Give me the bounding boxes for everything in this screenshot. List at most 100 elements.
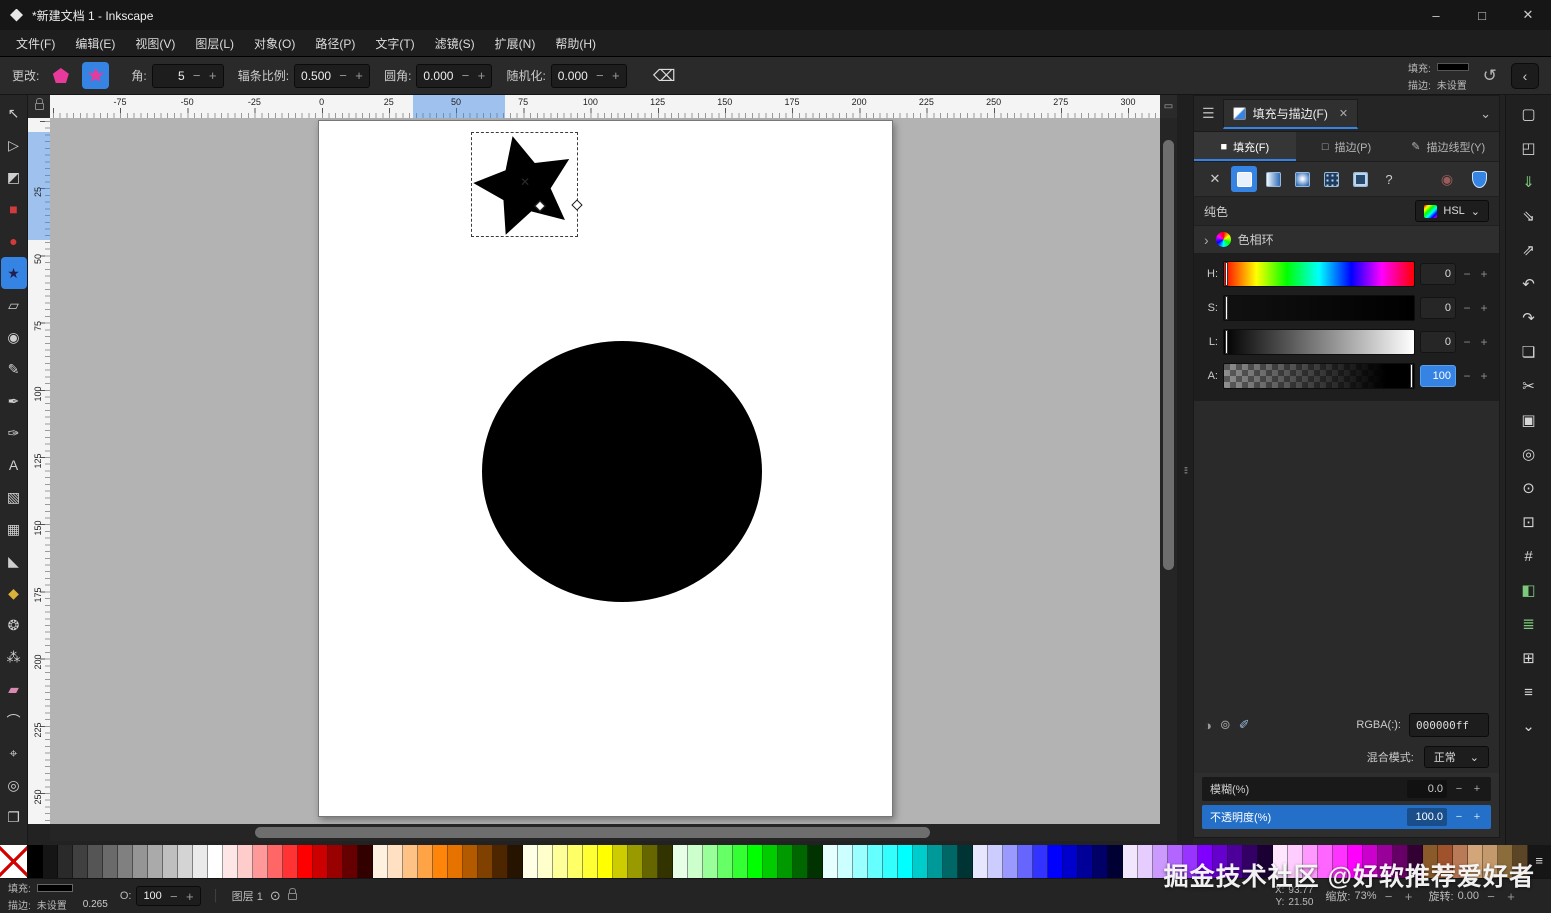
- menu-item-8[interactable]: 扩展(N): [485, 30, 546, 56]
- more-commands-button[interactable]: ⌄: [1514, 712, 1544, 740]
- paint-radial-gradient-button[interactable]: [1289, 166, 1315, 192]
- panel-chevron-down-icon[interactable]: ⌄: [1480, 106, 1491, 122]
- blur-decrement[interactable]: −: [1453, 783, 1465, 795]
- spinner-decrement-icon[interactable]: −: [335, 68, 351, 83]
- palette-swatch-71[interactable]: [1093, 845, 1108, 878]
- palette-swatch-32[interactable]: [508, 845, 523, 878]
- palette-swatch-85[interactable]: [1303, 845, 1318, 878]
- saturation-decrement[interactable]: −: [1461, 301, 1473, 315]
- spray-tool[interactable]: ⁂: [1, 641, 27, 673]
- palette-swatch-26[interactable]: [418, 845, 433, 878]
- quick-fill-swatch[interactable]: [1437, 63, 1469, 71]
- star-mode-button[interactable]: [82, 62, 109, 89]
- text-tool[interactable]: A: [1, 449, 27, 481]
- palette-swatch-80[interactable]: [1228, 845, 1243, 878]
- star-tool[interactable]: ★: [1, 257, 27, 289]
- pen-tool[interactable]: ✒: [1, 385, 27, 417]
- opacity-decrement[interactable]: −: [1453, 811, 1465, 823]
- rotation-value[interactable]: 0.00: [1458, 890, 1479, 902]
- palette-swatch-59[interactable]: [913, 845, 928, 878]
- palette-swatch-4[interactable]: [88, 845, 103, 878]
- palette-swatch-95[interactable]: [1453, 845, 1468, 878]
- dialog-list-icon[interactable]: ☰: [1202, 105, 1215, 122]
- blend-mode-dropdown[interactable]: 正常 ⌄: [1424, 746, 1489, 768]
- status-opacity-spinner[interactable]: 100 − +: [136, 886, 200, 906]
- status-opacity-increment[interactable]: +: [182, 889, 198, 904]
- redo-button[interactable]: ↷: [1514, 304, 1544, 332]
- palette-swatch-33[interactable]: [523, 845, 538, 878]
- paint-bucket-tool[interactable]: ◆: [1, 577, 27, 609]
- palette-swatch-27[interactable]: [433, 845, 448, 878]
- palette-swatch-96[interactable]: [1468, 845, 1483, 878]
- alpha-increment[interactable]: +: [1478, 369, 1490, 383]
- measure-tool[interactable]: ⌖: [1, 737, 27, 769]
- no-color-swatch[interactable]: [0, 845, 28, 878]
- out-of-gamut-icon[interactable]: ⊚: [1220, 717, 1231, 733]
- palette-swatch-77[interactable]: [1183, 845, 1198, 878]
- blur-slider[interactable]: 模糊(%) 0.0 − +: [1202, 777, 1491, 801]
- tweak-tool[interactable]: ❂: [1, 609, 27, 641]
- zoom-increment[interactable]: +: [1401, 889, 1417, 904]
- palette-menu-icon[interactable]: ≡: [1532, 853, 1546, 868]
- selector-tool[interactable]: ↖: [1, 97, 27, 129]
- palette-swatch-98[interactable]: [1498, 845, 1513, 878]
- spinner-decrement-icon[interactable]: −: [592, 68, 608, 83]
- saturation-value[interactable]: 0: [1420, 297, 1456, 319]
- hue-increment[interactable]: +: [1478, 267, 1490, 281]
- palette-swatch-11[interactable]: [193, 845, 208, 878]
- zoom-value[interactable]: 73%: [1354, 890, 1376, 902]
- palette-swatch-91[interactable]: [1393, 845, 1408, 878]
- palette-swatch-25[interactable]: [403, 845, 418, 878]
- color-managed-icon[interactable]: ◑: [1204, 718, 1212, 733]
- gradient-tool[interactable]: ▧: [1, 481, 27, 513]
- palette-swatch-36[interactable]: [568, 845, 583, 878]
- layer-visibility-icon[interactable]: ⊙: [270, 888, 281, 904]
- panel-splitter[interactable]: ⁝⁝: [1177, 95, 1193, 845]
- palette-swatch-12[interactable]: [208, 845, 223, 878]
- menu-item-6[interactable]: 文字(T): [365, 30, 424, 56]
- palette-swatch-57[interactable]: [883, 845, 898, 878]
- shape-builder-tool[interactable]: ◩: [1, 161, 27, 193]
- palette-swatch-15[interactable]: [253, 845, 268, 878]
- lightness-slider-marker[interactable]: [1225, 330, 1228, 354]
- palette-swatch-55[interactable]: [853, 845, 868, 878]
- zoom-tool[interactable]: ◎: [1, 769, 27, 801]
- palette-swatch-17[interactable]: [283, 845, 298, 878]
- selection-center-mark[interactable]: ✕: [520, 175, 530, 189]
- mesh-tool[interactable]: ▦: [1, 513, 27, 545]
- palette-swatch-73[interactable]: [1123, 845, 1138, 878]
- hue-decrement[interactable]: −: [1461, 267, 1473, 281]
- hue-slider[interactable]: [1223, 261, 1415, 287]
- hue-value[interactable]: 0: [1420, 263, 1456, 285]
- zoom-selection-button[interactable]: ◎: [1514, 440, 1544, 468]
- menu-item-2[interactable]: 视图(V): [125, 30, 185, 56]
- opacity-increment[interactable]: +: [1471, 811, 1483, 823]
- palette-swatch-56[interactable]: [868, 845, 883, 878]
- spinner-increment-icon[interactable]: +: [351, 68, 367, 83]
- palette-swatch-8[interactable]: [148, 845, 163, 878]
- palette-swatch-76[interactable]: [1168, 845, 1183, 878]
- palette-swatch-50[interactable]: [778, 845, 793, 878]
- palette-swatch-87[interactable]: [1333, 845, 1348, 878]
- horizontal-ruler[interactable]: -75-50-250255075100125150175200225250275…: [50, 95, 1160, 118]
- spinner-increment-icon[interactable]: +: [205, 68, 221, 83]
- palette-swatch-7[interactable]: [133, 845, 148, 878]
- opacity-value[interactable]: 100.0: [1407, 808, 1447, 826]
- palette-swatch-49[interactable]: [763, 845, 778, 878]
- palette-swatch-92[interactable]: [1408, 845, 1423, 878]
- close-button[interactable]: ✕: [1505, 0, 1551, 30]
- close-panel-icon[interactable]: ✕: [1339, 107, 1348, 120]
- alpha-slider[interactable]: [1223, 363, 1415, 389]
- eraser-tool[interactable]: ▰: [1, 673, 27, 705]
- palette-swatch-42[interactable]: [658, 845, 673, 878]
- palette-swatch-94[interactable]: [1438, 845, 1453, 878]
- fill-stroke-tab[interactable]: 填充与描边(F) ✕: [1223, 99, 1359, 129]
- palette-swatch-28[interactable]: [448, 845, 463, 878]
- palette-swatch-31[interactable]: [493, 845, 508, 878]
- palette-swatch-90[interactable]: [1378, 845, 1393, 878]
- paint-none-button[interactable]: ✕: [1202, 166, 1228, 192]
- palette-swatch-44[interactable]: [688, 845, 703, 878]
- palette-swatch-99[interactable]: [1513, 845, 1528, 878]
- fill-rule-evenodd-button[interactable]: [1467, 167, 1491, 191]
- palette-swatch-29[interactable]: [463, 845, 478, 878]
